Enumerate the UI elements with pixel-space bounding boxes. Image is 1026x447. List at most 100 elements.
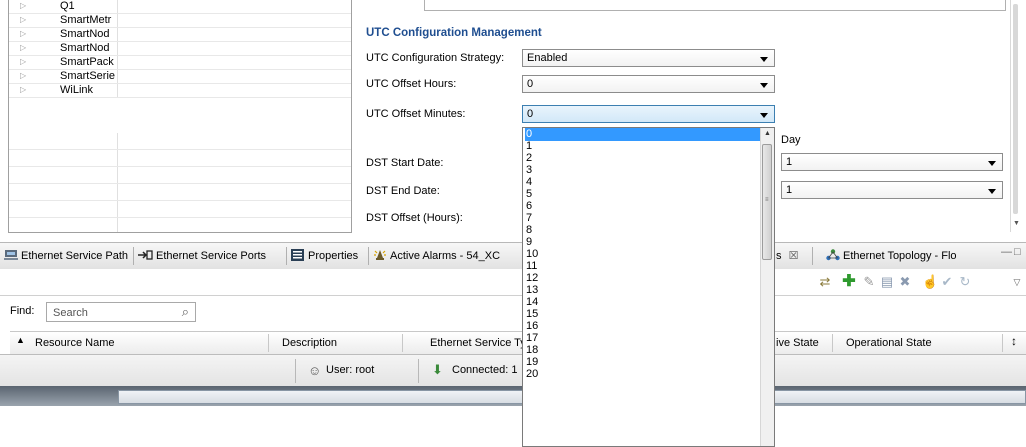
tree-item-label: SmartMetr	[60, 14, 112, 26]
tree-item[interactable]: ▷ Q1	[9, 0, 351, 14]
dst-end-day-value: 1	[786, 184, 793, 196]
tree-empty-row	[9, 201, 351, 218]
column-header-ethernet-service-type[interactable]: Ethernet Service Typ	[430, 337, 532, 349]
tree-empty-row	[9, 150, 351, 167]
tree-empty-row	[9, 167, 351, 184]
tree-item-label: Q1	[60, 0, 75, 12]
refresh-icon[interactable]: ↻	[958, 275, 972, 289]
tree-item[interactable]: ▷ SmartNod	[9, 28, 351, 42]
tab-properties[interactable]: Properties	[291, 246, 358, 266]
chevron-down-icon	[760, 113, 768, 118]
maximize-icon[interactable]: □	[1014, 246, 1021, 258]
tree-item-label: SmartPack	[60, 56, 114, 68]
utc-offset-hours-value: 0	[527, 78, 534, 90]
dst-start-day-select[interactable]: 1	[781, 153, 1003, 171]
utc-offset-minutes-dropdown-list[interactable]: 0 1 2 3 4 5 6 7 8 9 10 11 12 13 14 15 16…	[522, 127, 775, 447]
expand-arrow-icon[interactable]: ▷	[20, 15, 26, 24]
topology-icon	[826, 248, 840, 261]
chevron-down-icon	[760, 83, 768, 88]
scroll-up-icon[interactable]: ▲	[764, 130, 771, 137]
dst-end-day-select[interactable]: 1	[781, 181, 1003, 199]
tree-panel: ▷ Q1 ▷ SmartMetr ▷ SmartNod ▷ SmartNod ▷…	[8, 0, 352, 233]
sort-asc-icon[interactable]: ▲	[16, 335, 25, 345]
tree-item-label: SmartSerie	[60, 70, 116, 82]
add-icon[interactable]: ✚	[842, 274, 856, 290]
alarm-icon	[373, 248, 387, 260]
tab-ethernet-service-path[interactable]: Ethernet Service Path	[4, 246, 128, 266]
chevron-down-icon	[988, 161, 996, 166]
expand-arrow-icon[interactable]: ▷	[20, 85, 26, 94]
expand-arrow-icon[interactable]: ▷	[20, 43, 26, 52]
utc-offset-minutes-select[interactable]: 0	[522, 105, 775, 123]
search-placeholder: Search	[53, 307, 88, 319]
expand-arrow-icon[interactable]: ▷	[20, 29, 26, 38]
tab-label: Ethernet Service Path	[21, 250, 129, 262]
column-chooser-icon[interactable]: ↕	[1011, 334, 1017, 348]
status-bar: ☺ User: root ⬇ Connected: 1	[0, 354, 1026, 387]
expand-arrow-icon[interactable]: ▷	[20, 57, 26, 66]
day-header: Day	[781, 134, 801, 146]
close-icon[interactable]: ☒	[789, 250, 799, 262]
tab-label: Ethernet Service Ports	[156, 250, 267, 262]
scrollbar-thumb[interactable]	[1013, 4, 1018, 214]
minimize-icon[interactable]: —	[1001, 246, 1012, 258]
tree-item-label: SmartNod	[60, 42, 110, 54]
table-header: ▲ Resource Name Description Ethernet Ser…	[10, 331, 1026, 355]
tree-item[interactable]: ▷ SmartSerie	[9, 70, 351, 84]
utc-offset-hours-label: UTC Offset Hours:	[366, 78, 457, 90]
tree-empty-row	[9, 184, 351, 201]
tree-item[interactable]: ▷ SmartPack	[9, 56, 351, 70]
view-menu-icon[interactable]: ▽	[1010, 275, 1024, 289]
tab-label: s	[776, 250, 782, 262]
properties-icon	[291, 248, 305, 261]
bottom-band	[0, 386, 1026, 406]
config-scrollbar[interactable]: ▼	[1010, 0, 1021, 232]
utc-offset-minutes-value: 0	[527, 108, 534, 120]
chevron-down-icon	[760, 57, 768, 62]
link-icon[interactable]: ⇄	[818, 275, 832, 289]
tree-empty-row	[9, 218, 351, 232]
utc-offset-minutes-label: UTC Offset Minutes:	[366, 108, 466, 120]
ports-icon	[137, 248, 153, 260]
status-user: User: root	[326, 364, 375, 376]
utc-offset-hours-select[interactable]: 0	[522, 75, 775, 93]
column-header-description[interactable]: Description	[282, 337, 337, 349]
tab-label: Ethernet Topology - Flo	[843, 250, 957, 262]
chevron-down-icon	[988, 189, 996, 194]
tree-item-label: SmartNod	[60, 28, 110, 40]
tab-ethernet-service-ports[interactable]: Ethernet Service Ports	[137, 246, 266, 266]
dropdown-scrollbar[interactable]: ▲ ≡	[760, 128, 774, 446]
scrollbar-thumb[interactable]: ≡	[762, 144, 772, 260]
thumbs-up-icon[interactable]: ☝	[922, 275, 938, 289]
tab-ethernet-topology[interactable]: Ethernet Topology - Flo	[826, 246, 957, 266]
tree-item[interactable]: ▷ WiLink	[9, 84, 351, 98]
check-icon[interactable]: ✔	[940, 275, 954, 289]
expand-arrow-icon[interactable]: ▷	[20, 1, 26, 10]
column-header-operational-state[interactable]: Operational State	[846, 337, 932, 349]
dropdown-option[interactable]: 20	[525, 368, 764, 381]
column-header-admin-state[interactable]: ive State	[776, 337, 819, 349]
edit-icon[interactable]: ✎	[862, 275, 876, 289]
find-row: Find: Search ⌕	[0, 296, 1026, 328]
tab-partial[interactable]: s ☒	[776, 246, 798, 266]
tree-item[interactable]: ▷ SmartMetr	[9, 14, 351, 28]
delete-icon[interactable]: ✖	[898, 275, 912, 289]
search-input[interactable]: Search ⌕	[46, 302, 196, 322]
grip-icon: ≡	[765, 197, 769, 203]
scroll-down-icon[interactable]: ▼	[1013, 220, 1020, 227]
tab-label: Properties	[308, 250, 359, 262]
tab-active-alarms[interactable]: Active Alarms - 54_XC	[373, 246, 500, 266]
dst-end-label: DST End Date:	[366, 185, 440, 197]
tab-label: Active Alarms - 54_XC	[390, 250, 501, 262]
column-header-resource-name[interactable]: Resource Name	[35, 337, 114, 349]
tree-item[interactable]: ▷ SmartNod	[9, 42, 351, 56]
expand-arrow-icon[interactable]: ▷	[20, 71, 26, 80]
save-icon[interactable]: ▤	[880, 275, 894, 289]
dst-start-day-value: 1	[786, 156, 793, 168]
view-toolbar: ⇄ ✚ ✎ ▤ ✖ ☝ ✔ ↻ ▽	[0, 269, 1026, 296]
utc-strategy-select[interactable]: Enabled	[522, 49, 775, 67]
tree-empty-row	[9, 133, 351, 150]
top-field[interactable]	[424, 0, 1006, 11]
utc-strategy-label: UTC Configuration Strategy:	[366, 52, 505, 64]
search-icon[interactable]: ⌕	[182, 304, 189, 320]
